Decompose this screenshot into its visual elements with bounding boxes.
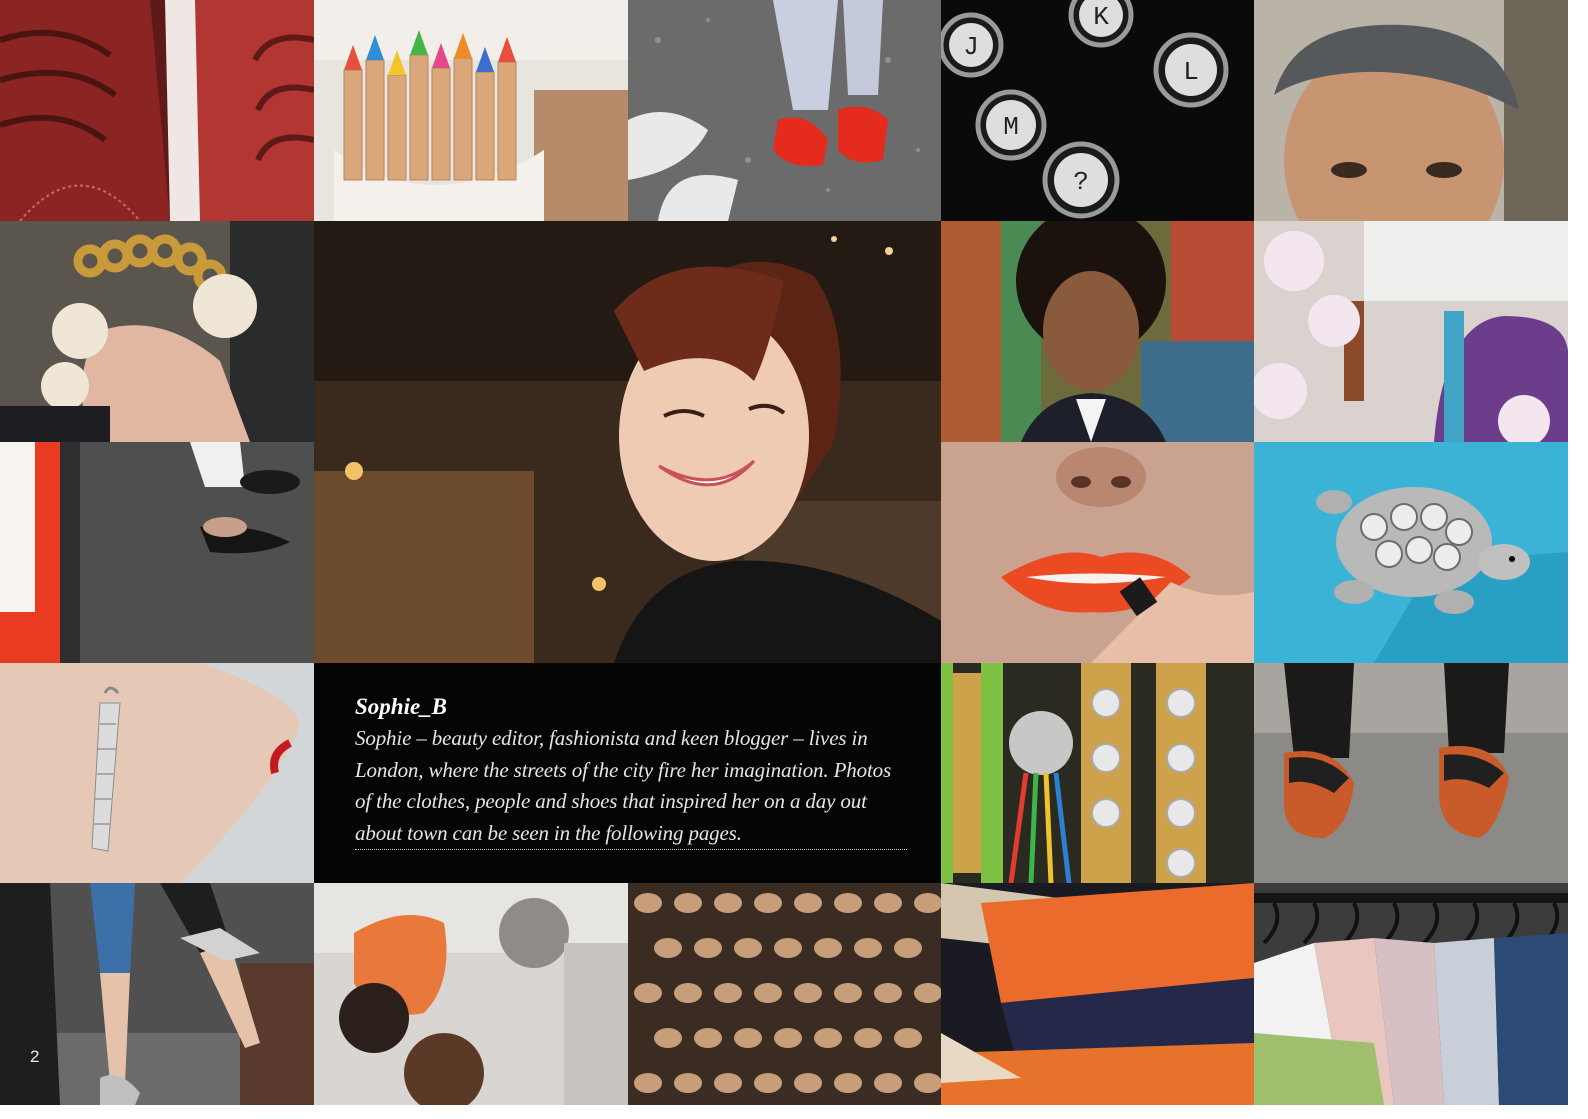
photo-brogue-boots — [1254, 663, 1568, 883]
photo-orange-lipstick — [941, 442, 1254, 663]
key-j-label: J — [963, 32, 979, 62]
photo-pearl-jewellery-hand — [0, 221, 314, 442]
photo-colored-pencils — [314, 0, 628, 221]
photo-diamond-earring — [0, 663, 314, 883]
typewriter-keys-icon: J K M L ? — [941, 0, 1254, 221]
photo-turtle-brooch — [1254, 442, 1568, 663]
high-heels-legs-icon — [0, 883, 314, 1105]
photo-sophie-portrait — [314, 221, 941, 663]
photo-collage: J K M L ? Sophie_B Sophie – beauty edito… — [0, 0, 1568, 1105]
sequins-icon — [628, 883, 941, 1105]
caption-text-block: Sophie_B Sophie – beauty editor, fashion… — [355, 693, 907, 849]
curly-hair-man-icon — [941, 221, 1254, 442]
magazine-page: J K M L ? Sophie_B Sophie – beauty edito… — [0, 0, 1568, 1105]
photo-leather-notebooks — [941, 883, 1254, 1105]
brogue-boots-icon — [1254, 663, 1568, 883]
photo-friendship-bracelets — [941, 663, 1254, 883]
profile-description: Sophie – beauty editor, fashionista and … — [355, 726, 892, 845]
makeup-brushes-icon — [314, 883, 628, 1105]
turtle-brooch-icon — [1254, 442, 1568, 663]
dotted-divider — [355, 849, 907, 850]
shop-window-orchids-icon — [1254, 221, 1568, 442]
profile-caption: Sophie_B Sophie – beauty editor, fashion… — [314, 663, 941, 883]
page-number: 2 — [30, 1047, 40, 1066]
key-m-label: M — [1003, 112, 1019, 142]
pearl-jewellery-hand-icon — [0, 221, 314, 442]
photo-high-heels-legs — [0, 883, 314, 1105]
photo-red-heels-street — [628, 0, 941, 221]
friendship-bracelets-icon — [941, 663, 1254, 883]
profile-name: Sophie_B — [355, 694, 448, 719]
photo-studded-slippers — [0, 442, 314, 663]
studded-slippers-icon — [0, 442, 314, 663]
key-k-label: K — [1093, 2, 1109, 32]
clothes-rail-icon — [1254, 883, 1568, 1105]
photo-red-leather-shoes — [0, 0, 314, 221]
photo-man-flat-cap — [1254, 0, 1568, 221]
photo-sequins — [628, 883, 941, 1105]
smiling-woman-portrait-icon — [314, 221, 941, 663]
leather-notebooks-icon — [941, 883, 1254, 1105]
photo-typewriter-keys: J K M L ? — [941, 0, 1254, 221]
photo-curly-hair-man — [941, 221, 1254, 442]
colored-pencils-icon — [314, 0, 628, 221]
photo-makeup-brushes — [314, 883, 628, 1105]
photo-shop-window-orchids — [1254, 221, 1568, 442]
red-heels-on-street-icon — [628, 0, 941, 221]
key-question-label: ? — [1073, 167, 1089, 197]
photo-clothes-rail — [1254, 883, 1568, 1105]
orange-lipstick-icon — [941, 442, 1254, 663]
diamond-earring-icon — [0, 663, 314, 883]
key-l-label: L — [1183, 57, 1199, 87]
red-leather-shoes-icon — [0, 0, 314, 221]
man-in-flat-cap-icon — [1254, 0, 1568, 221]
